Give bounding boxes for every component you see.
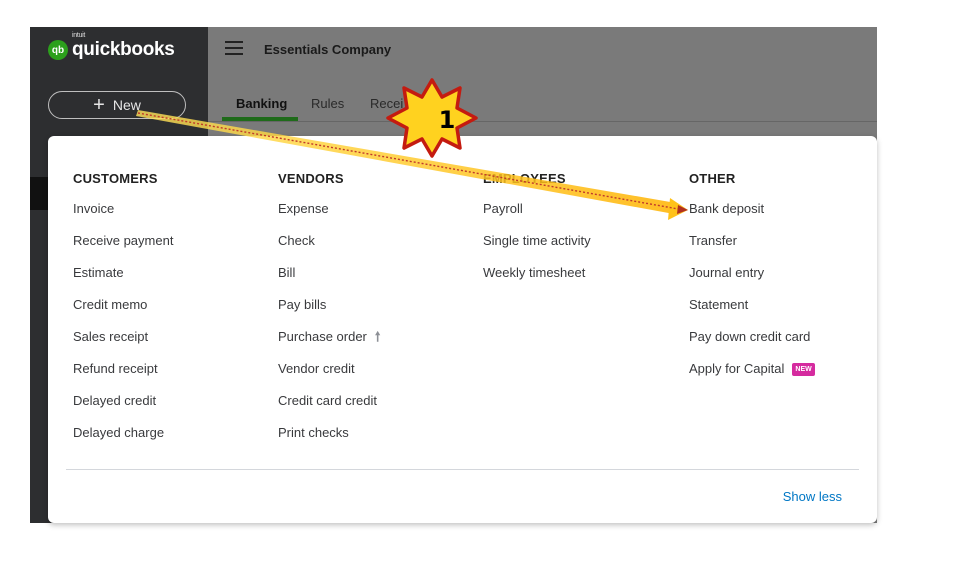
qb-logo-icon: qb xyxy=(48,40,68,60)
active-tab-indicator xyxy=(222,117,298,121)
menu-item-bill[interactable]: Bill xyxy=(278,264,380,296)
company-name: Essentials Company xyxy=(264,42,392,57)
purchase-order-label: Purchase order xyxy=(278,329,367,344)
menu-item-print-checks[interactable]: Print checks xyxy=(278,424,380,456)
customers-column: CUSTOMERS Invoice Receive payment Estima… xyxy=(73,171,173,456)
arrow-up-icon: 🠕 xyxy=(374,329,381,344)
menu-item-receive-payment[interactable]: Receive payment xyxy=(73,232,173,264)
customers-heading: CUSTOMERS xyxy=(73,171,158,186)
menu-item-apply-for-capital[interactable]: Apply for Capital NEW xyxy=(689,360,815,392)
menu-item-weekly-timesheet[interactable]: Weekly timesheet xyxy=(483,264,591,296)
menu-item-journal-entry[interactable]: Journal entry xyxy=(689,264,815,296)
tab-rules[interactable]: Rules xyxy=(311,96,344,111)
menu-item-vendor-credit[interactable]: Vendor credit xyxy=(278,360,380,392)
menu-item-transfer[interactable]: Transfer xyxy=(689,232,815,264)
vendors-column: VENDORS Expense Check Bill Pay bills Pur… xyxy=(278,171,380,456)
menu-item-bank-deposit[interactable]: Bank deposit xyxy=(689,200,815,232)
menu-item-credit-card-credit[interactable]: Credit card credit xyxy=(278,392,380,424)
step-number-label: 1 xyxy=(438,106,456,134)
menu-divider xyxy=(66,469,859,470)
menu-item-payroll[interactable]: Payroll xyxy=(483,200,591,232)
tab-banking[interactable]: Banking xyxy=(236,96,287,111)
show-less-link[interactable]: Show less xyxy=(783,489,842,504)
menu-item-purchase-order[interactable]: Purchase order 🠕 xyxy=(278,328,380,360)
menu-item-invoice[interactable]: Invoice xyxy=(73,200,173,232)
apply-for-capital-label: Apply for Capital xyxy=(689,361,785,376)
logo-wordmark: intuit quickbooks xyxy=(72,32,175,61)
top-bar: Essentials Company xyxy=(208,27,877,73)
logo-intuit-text: intuit xyxy=(72,32,85,39)
menu-item-expense[interactable]: Expense xyxy=(278,200,380,232)
menu-item-delayed-charge[interactable]: Delayed charge xyxy=(73,424,173,456)
other-heading: OTHER xyxy=(689,171,736,186)
new-button-label: New xyxy=(112,97,141,113)
menu-item-check[interactable]: Check xyxy=(278,232,380,264)
menu-item-refund-receipt[interactable]: Refund receipt xyxy=(73,360,173,392)
menu-item-delayed-credit[interactable]: Delayed credit xyxy=(73,392,173,424)
menu-item-credit-memo[interactable]: Credit memo xyxy=(73,296,173,328)
menu-item-statement[interactable]: Statement xyxy=(689,296,815,328)
employees-heading: EMPLOYEES xyxy=(483,171,566,186)
plus-icon: + xyxy=(93,94,105,116)
other-column: OTHER Bank deposit Transfer Journal entr… xyxy=(689,171,815,392)
menu-item-pay-down-credit-card[interactable]: Pay down credit card xyxy=(689,328,815,360)
hamburger-menu-icon[interactable] xyxy=(225,41,243,55)
sidebar-selected-item xyxy=(30,177,48,210)
menu-item-estimate[interactable]: Estimate xyxy=(73,264,173,296)
menu-item-sales-receipt[interactable]: Sales receipt xyxy=(73,328,173,360)
menu-item-pay-bills[interactable]: Pay bills xyxy=(278,296,380,328)
new-button[interactable]: + New xyxy=(48,91,186,119)
logo-brand-text: quickbooks xyxy=(72,39,175,60)
banking-tabs: Banking Rules Recei xyxy=(208,87,877,122)
tab-receipts[interactable]: Recei xyxy=(370,96,403,111)
quickbooks-logo[interactable]: qb intuit quickbooks xyxy=(48,32,175,61)
employees-column: EMPLOYEES Payroll Single time activity W… xyxy=(483,171,591,296)
new-menu-dropdown: CUSTOMERS Invoice Receive payment Estima… xyxy=(48,136,877,523)
vendors-heading: VENDORS xyxy=(278,171,344,186)
new-badge: NEW xyxy=(792,363,815,376)
menu-item-single-time-activity[interactable]: Single time activity xyxy=(483,232,591,264)
